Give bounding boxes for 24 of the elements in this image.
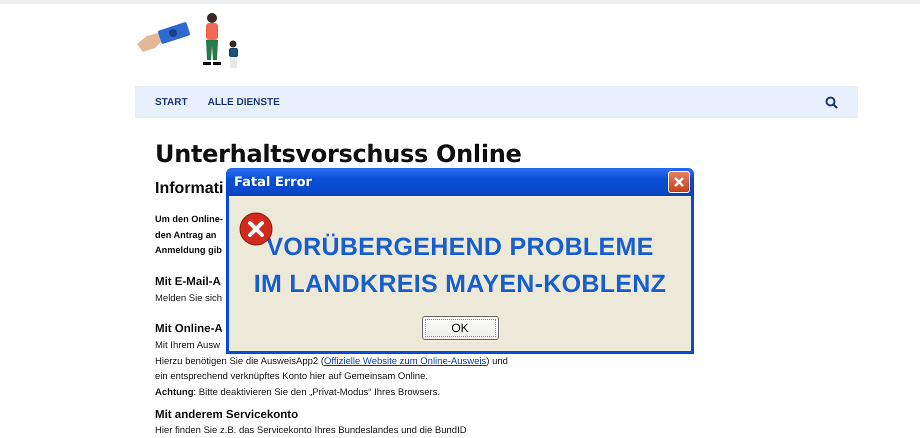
ok-button[interactable]: OK (422, 316, 498, 340)
dialog-title: Fatal Error (234, 174, 312, 190)
nav-link[interactable]: START (155, 96, 188, 108)
paragraph-text: Melden Sie sich (155, 292, 222, 306)
page-title: Unterhaltsvorschuss Online (155, 139, 522, 170)
close-button[interactable] (668, 171, 690, 193)
paragraph-text: Achtung: Bitte deaktivieren Sie den „Privat-Modus“ Ihres Browsers. (155, 386, 440, 400)
error-message: IM LANDKREIS MAYEN-KOBLENZ (254, 269, 666, 300)
search-icon[interactable] (825, 96, 838, 108)
intro-text: Anmeldung gib (155, 244, 222, 257)
subsection-heading: Mit Online-A (155, 322, 223, 337)
website-link[interactable]: Offizielle Website zum Online-Ausweis (324, 356, 486, 366)
section-heading: Informati (155, 179, 224, 199)
intro-text: Um den Online- (155, 213, 223, 226)
close-icon (673, 176, 685, 188)
intro-text: den Antrag an (155, 228, 216, 242)
paragraph-text: Mit Ihrem Ausw (155, 339, 220, 353)
error-message: VORÜBERGEHEND PROBLEME (266, 232, 654, 263)
paragraph-text: Hier finden Sie z.B. das Servicekonto Ihres Bundeslandes und die BundID (155, 424, 467, 437)
nav-link[interactable]: ALLE DIENSTE (208, 96, 280, 108)
paragraph-text: Hierzu benötigen Sie die AusweisApp2 (Offizielle Website zum Online-Ausweis) und (155, 354, 508, 368)
subsection-heading: Mit anderem Servicekonto (155, 408, 298, 423)
subsection-heading: Mit E-Mail-A (155, 274, 221, 290)
paragraph-text: ein entsprechend verknüpftes Konto hier auf Gemeinsam Online. (155, 370, 428, 384)
